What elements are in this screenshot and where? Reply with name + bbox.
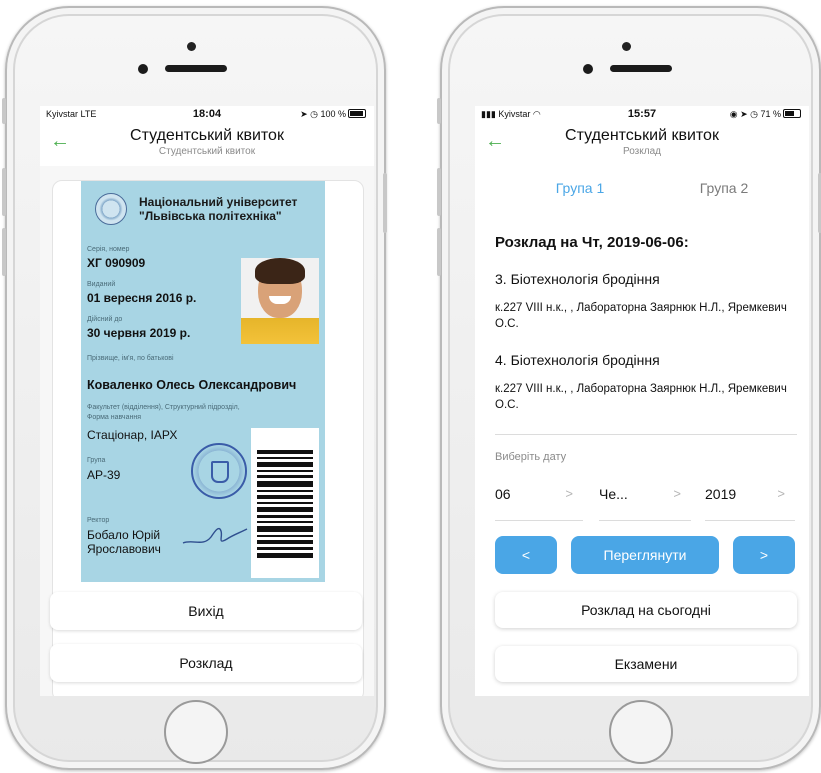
volume-up-button	[437, 168, 441, 216]
front-camera	[583, 64, 593, 74]
earpiece-speaker	[165, 65, 227, 72]
nav-bar: ← Студентський квиток Розклад	[475, 124, 809, 160]
lesson-details: к.227 VIII н.к., , Лабораторна Заярнюк Н…	[495, 302, 787, 330]
group-tabs: Група 1 Група 2	[475, 180, 809, 204]
month-value: Че...	[599, 486, 628, 502]
page-title: Студентський квиток	[130, 127, 284, 144]
battery-icon	[783, 109, 801, 118]
faculty-value: Стаціонар, ІАРХ	[87, 428, 178, 442]
home-button[interactable]	[609, 700, 673, 764]
view-schedule-button[interactable]: Переглянути	[571, 536, 719, 574]
battery-indicator: ➤ ◷ 100 %	[300, 109, 366, 120]
chevron-right-icon: >	[673, 486, 681, 501]
rector-name: Бобало Юрій Ярославович	[87, 528, 161, 556]
schedule-button[interactable]: Розклад	[50, 644, 362, 682]
chevron-right-icon: >	[565, 486, 573, 501]
phone-frame-right: ▮▮▮ Kyivstar ◠ 15:57 ◉ ➤ ◷ 71 % ← Студен…	[437, 6, 821, 770]
mute-switch	[437, 98, 441, 124]
proximity-sensor	[187, 42, 196, 51]
issued-label: Виданий	[87, 281, 116, 288]
nav-bar: ← Студентський квиток Студентський квито…	[40, 124, 374, 160]
status-bar: ▮▮▮ Kyivstar ◠ 15:57 ◉ ➤ ◷ 71 %	[475, 106, 809, 122]
today-schedule-button[interactable]: Розклад на сьогодні	[495, 592, 797, 628]
student-photo	[241, 258, 319, 344]
student-id-card: Національний університет "Львівська полі…	[81, 181, 325, 582]
page-title: Студентський квиток	[565, 127, 719, 144]
year-select[interactable]: 2019 >	[705, 486, 795, 521]
lesson-title: 3. Біотехнологія бродіння	[495, 271, 660, 287]
day-select[interactable]: 06 >	[495, 486, 583, 521]
phone-frame-left: Kyivstar LTE 18:04 ➤ ◷ 100 % ← Студентсь…	[2, 6, 387, 770]
university-seal	[191, 443, 247, 499]
volume-down-button	[437, 228, 441, 276]
series-value: ХГ 090909	[87, 256, 146, 270]
card-area: Національний університет "Львівська полі…	[40, 166, 374, 696]
screen-schedule: ▮▮▮ Kyivstar ◠ 15:57 ◉ ➤ ◷ 71 % ← Студен…	[475, 106, 809, 696]
lesson-details: к.227 VIII н.к., , Лабораторна Заярнюк Н…	[495, 383, 787, 411]
student-name: Коваленко Олесь Олександрович	[87, 378, 297, 392]
day-value: 06	[495, 486, 511, 502]
battery-icon	[348, 109, 366, 118]
exams-button[interactable]: Екзамени	[495, 646, 797, 682]
power-button	[383, 173, 387, 233]
battery-percent: 71 %	[760, 109, 781, 119]
front-camera	[138, 64, 148, 74]
barcode	[251, 428, 319, 578]
status-bar: Kyivstar LTE 18:04 ➤ ◷ 100 %	[40, 106, 374, 122]
battery-percent: 100 %	[320, 109, 346, 119]
group-value: АР-39	[87, 468, 121, 482]
rector-signature	[182, 527, 248, 544]
mute-switch	[2, 98, 6, 124]
valid-value: 30 червня 2019 р.	[87, 326, 191, 340]
series-label: Серія, номер	[87, 246, 130, 253]
rector-label: Ректор	[87, 517, 110, 524]
issued-value: 01 вересня 2016 р.	[87, 291, 197, 305]
lesson-title: 4. Біотехнологія бродіння	[495, 352, 660, 368]
screen-student-card: Kyivstar LTE 18:04 ➤ ◷ 100 % ← Студентсь…	[40, 106, 374, 696]
faculty-label: Факультет (відділення), Структурний підр…	[87, 404, 240, 421]
valid-label: Дійсний до	[87, 316, 123, 323]
volume-up-button	[2, 168, 6, 216]
volume-down-button	[2, 228, 6, 276]
date-picker-label: Виберіть дату	[495, 451, 567, 463]
page-subtitle: Студентський квиток	[158, 146, 256, 157]
name-label: Прізвище, ім'я, по батькові	[87, 355, 174, 362]
next-day-button[interactable]: >	[733, 536, 795, 574]
university-name: Національний університет "Львівська полі…	[139, 195, 298, 223]
chevron-right-icon: >	[777, 486, 785, 501]
home-button[interactable]	[164, 700, 228, 764]
month-select[interactable]: Че... >	[599, 486, 691, 521]
battery-indicator: ◉ ➤ ◷ 71 %	[730, 109, 801, 120]
exit-button[interactable]: Вихід	[50, 592, 362, 630]
prev-day-button[interactable]: <	[495, 536, 557, 574]
earpiece-speaker	[610, 65, 672, 72]
page-subtitle: Розклад	[623, 146, 661, 157]
tab-group-2[interactable]: Група 2	[669, 180, 779, 196]
divider	[495, 434, 797, 435]
schedule-heading: Розклад на Чт, 2019-06-06:	[495, 234, 689, 251]
proximity-sensor	[622, 42, 631, 51]
group-label: Група	[87, 457, 106, 464]
year-value: 2019	[705, 486, 737, 502]
tab-group-1[interactable]: Група 1	[525, 180, 635, 196]
university-logo	[95, 193, 127, 225]
